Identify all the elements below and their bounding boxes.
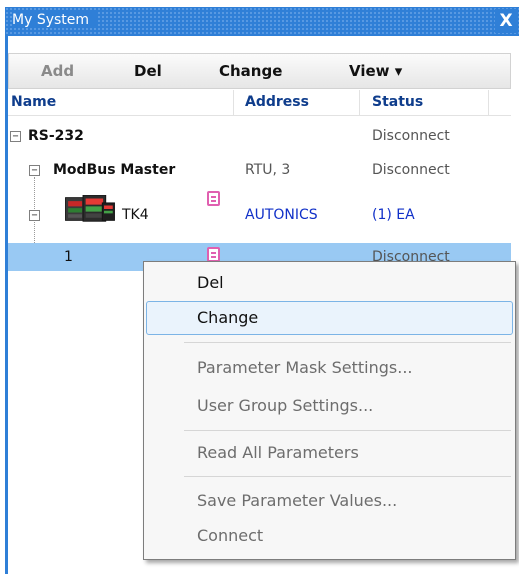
collapse-icon[interactable]: − (29, 165, 40, 176)
column-address-header[interactable]: Address (245, 94, 309, 110)
menu-item-connect[interactable]: Connect (146, 519, 513, 553)
tree-item-label: ModBus Master (53, 162, 176, 178)
view-dropdown-button[interactable]: View ▾ (349, 54, 402, 88)
column-separator[interactable] (359, 90, 360, 116)
column-status-header[interactable]: Status (372, 94, 423, 110)
status-value: (1) EA (372, 207, 415, 223)
parameter-list-icon[interactable] (207, 191, 220, 206)
menu-separator (184, 342, 511, 343)
add-button[interactable]: Add (41, 54, 74, 88)
column-separator[interactable] (488, 90, 489, 116)
collapse-icon[interactable]: − (29, 210, 40, 221)
window-title: My System (12, 12, 98, 28)
tree-item-label: RS-232 (28, 128, 84, 144)
address-value: RTU, 3 (245, 162, 291, 178)
column-name-header[interactable]: Name (11, 94, 56, 110)
toolbar: Add Del Change View ▾ (8, 53, 511, 89)
del-button[interactable]: Del (134, 54, 162, 88)
tree-row-tk4[interactable]: − TK4 AUTONICS (1) EA (8, 191, 511, 228)
tk4-controller-icon (65, 195, 115, 222)
column-header: Name Address Status (8, 90, 511, 116)
status-value: Disconnect (372, 162, 450, 178)
menu-separator (184, 476, 511, 477)
menu-item-user-group-settings[interactable]: User Group Settings... (146, 389, 513, 423)
title-bar[interactable]: My System X (5, 7, 519, 36)
context-menu: Del Change Parameter Mask Settings... Us… (143, 261, 516, 560)
change-button[interactable]: Change (219, 54, 282, 88)
status-value: Disconnect (372, 128, 450, 144)
menu-item-del[interactable]: Del (146, 266, 513, 300)
my-system-panel: My System X Add Del Change View ▾ Name A… (0, 0, 519, 574)
menu-separator (184, 430, 511, 431)
collapse-icon[interactable]: − (10, 131, 21, 142)
close-icon[interactable]: X (495, 9, 517, 33)
menu-item-read-all-parameters[interactable]: Read All Parameters (146, 436, 513, 470)
tree-row-rs232[interactable]: − RS-232 Disconnect (8, 123, 511, 151)
tree-row-modbus-master[interactable]: − ModBus Master RTU, 3 Disconnect (8, 157, 511, 185)
tree-item-label: 1 (64, 249, 73, 265)
menu-item-save-parameter-values[interactable]: Save Parameter Values... (146, 484, 513, 518)
panel-left-border (5, 36, 8, 574)
address-value: AUTONICS (245, 207, 318, 223)
tree-item-label: TK4 (122, 207, 149, 223)
parameter-list-icon[interactable] (207, 247, 220, 262)
menu-item-parameter-mask-settings[interactable]: Parameter Mask Settings... (146, 351, 513, 385)
menu-item-change[interactable]: Change (146, 301, 513, 335)
column-separator[interactable] (233, 90, 234, 116)
